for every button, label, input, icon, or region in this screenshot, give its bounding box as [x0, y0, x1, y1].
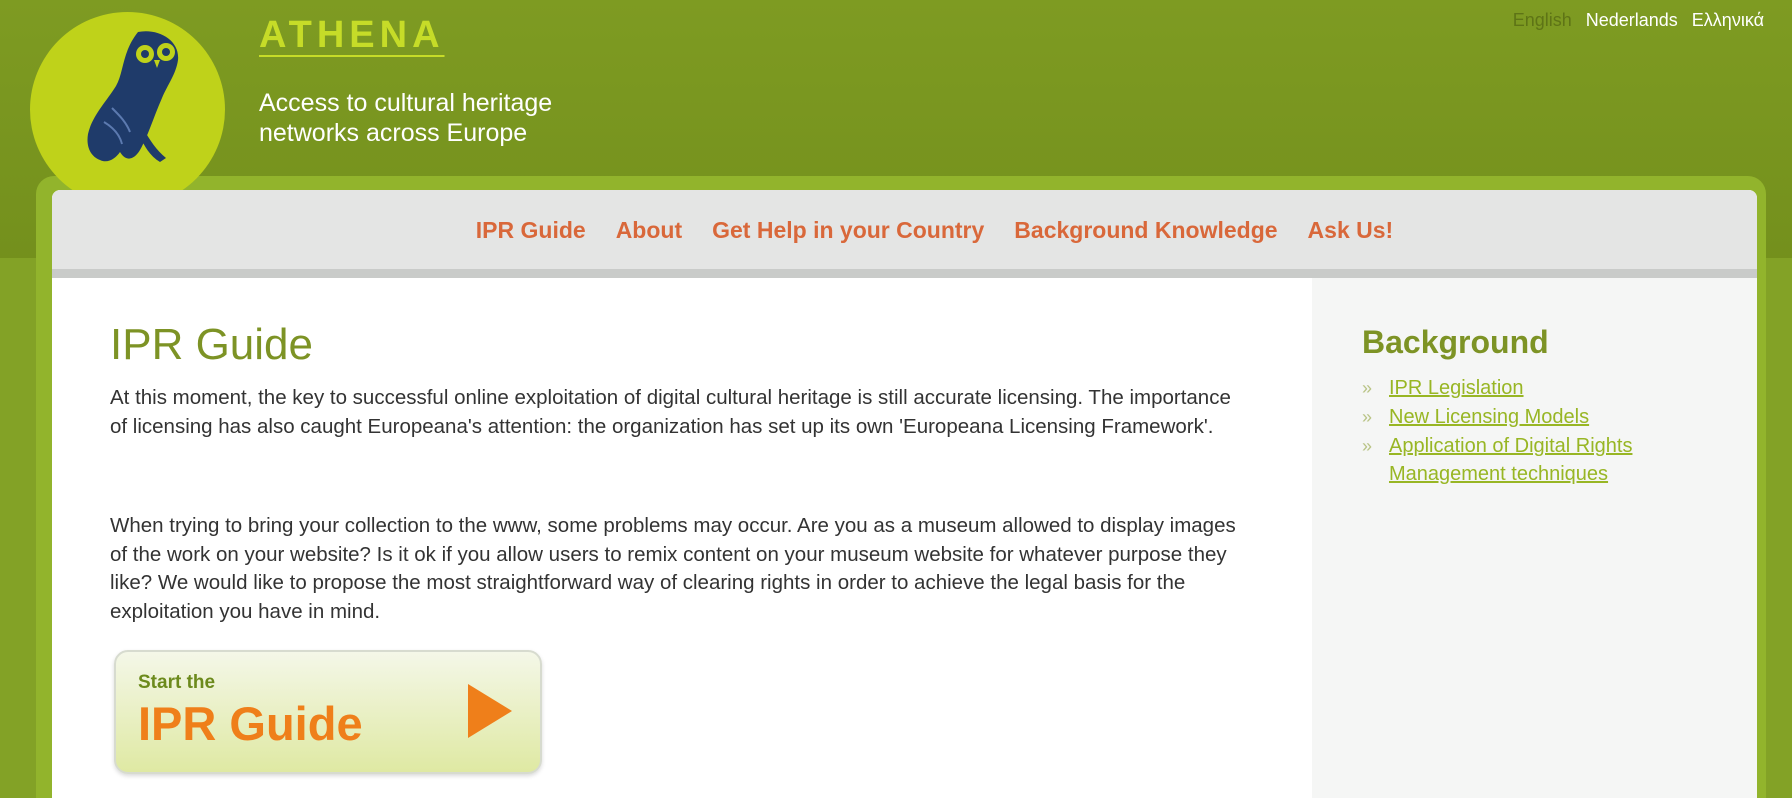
tagline-line-1: Access to cultural heritage [259, 89, 553, 117]
nav-ask-us[interactable]: Ask Us! [1308, 215, 1394, 244]
site-title[interactable]: ATHENA [259, 14, 445, 57]
tagline-line-2: networks across Europe [259, 119, 528, 147]
play-arrow-icon [468, 684, 512, 738]
owl-logo-icon[interactable] [30, 12, 225, 207]
nav-background-knowledge[interactable]: Background Knowledge [1014, 215, 1277, 244]
language-greek[interactable]: Ελληνικά [1692, 10, 1764, 31]
language-english[interactable]: English [1513, 10, 1572, 31]
sidebar-item-drm: » Application of Digital Rights Manageme… [1362, 432, 1722, 488]
main-content: IPR Guide At this moment, the key to suc… [52, 278, 1312, 798]
link-ipr-legislation[interactable]: IPR Legislation [1389, 374, 1524, 402]
link-drm-techniques[interactable]: Application of Digital Rights Management… [1389, 432, 1722, 488]
language-switcher: English Nederlands Ελληνικά [1513, 10, 1764, 31]
nav-ipr-guide[interactable]: IPR Guide [476, 215, 586, 244]
start-button-small-text: Start the [138, 672, 216, 693]
language-dutch[interactable]: Nederlands [1586, 10, 1678, 31]
site-tagline: Access to cultural heritage networks acr… [259, 88, 639, 148]
sidebar: Background » IPR Legislation » New Licen… [1312, 278, 1757, 798]
sidebar-item-ipr-legislation: » IPR Legislation [1362, 374, 1722, 402]
main-card: IPR Guide About Get Help in your Country… [52, 190, 1757, 798]
start-button-big-text: IPR Guide [138, 697, 363, 750]
bullet-icon: » [1362, 407, 1373, 427]
bullet-icon: » [1362, 378, 1373, 398]
bullet-icon: » [1362, 436, 1373, 456]
start-ipr-guide-button[interactable]: Start the IPR Guide [114, 650, 542, 774]
sidebar-title: Background [1362, 324, 1549, 360]
link-new-licensing-models[interactable]: New Licensing Models [1389, 403, 1589, 431]
main-nav: IPR Guide About Get Help in your Country… [52, 190, 1757, 278]
sidebar-item-licensing-models: » New Licensing Models [1362, 403, 1722, 431]
intro-paragraph: At this moment, the key to successful on… [110, 386, 1231, 438]
page-title: IPR Guide [110, 320, 313, 369]
sidebar-links: » IPR Legislation » New Licensing Models… [1362, 374, 1722, 489]
problems-paragraph: When trying to bring your collection to … [110, 514, 1236, 623]
nav-get-help[interactable]: Get Help in your Country [712, 215, 984, 244]
nav-about[interactable]: About [616, 215, 682, 244]
